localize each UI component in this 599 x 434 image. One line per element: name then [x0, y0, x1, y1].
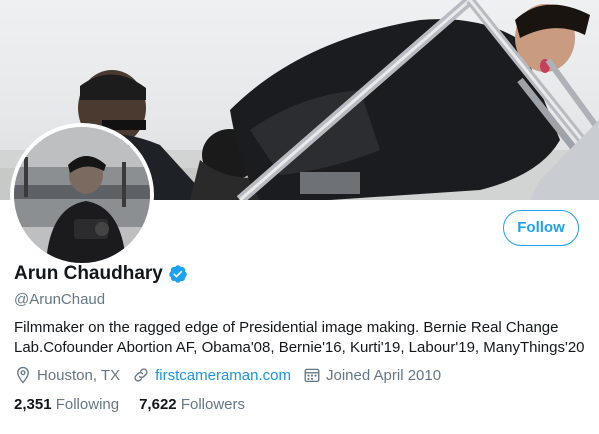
joined-item: Joined April 2010 — [303, 366, 441, 384]
profile-stats: 2,351 Following 7,622 Followers — [14, 396, 265, 413]
followers-link[interactable]: 7,622 Followers — [139, 396, 245, 413]
followers-label: Followers — [180, 396, 245, 413]
followers-count: 7,622 — [139, 396, 177, 413]
location-item: Houston, TX — [14, 366, 120, 384]
follow-button[interactable]: Follow — [503, 210, 579, 246]
display-name: Arun Chaudhary — [14, 263, 163, 284]
following-count: 2,351 — [14, 396, 52, 413]
profile-handle: @ArunChaud — [14, 291, 106, 308]
profile-avatar[interactable] — [10, 123, 154, 267]
calendar-icon — [304, 368, 320, 383]
following-label: Following — [55, 396, 120, 413]
profile-meta: Houston, TX firstcameraman.com Joined Ap… — [14, 366, 453, 384]
avatar-photo — [14, 127, 150, 263]
website-item[interactable]: firstcameraman.com — [132, 366, 291, 384]
verified-badge-icon — [168, 264, 188, 284]
website-link[interactable]: firstcameraman.com — [155, 367, 291, 384]
location-pin-icon — [17, 366, 29, 384]
joined-text: Joined April 2010 — [325, 366, 442, 384]
profile-bio: Filmmaker on the ragged edge of Presiden… — [14, 319, 585, 356]
name-row: Arun Chaudhary — [14, 263, 188, 285]
link-icon — [134, 368, 148, 382]
location-text: Houston, TX — [37, 366, 121, 384]
following-link[interactable]: 2,351 Following — [14, 396, 119, 413]
